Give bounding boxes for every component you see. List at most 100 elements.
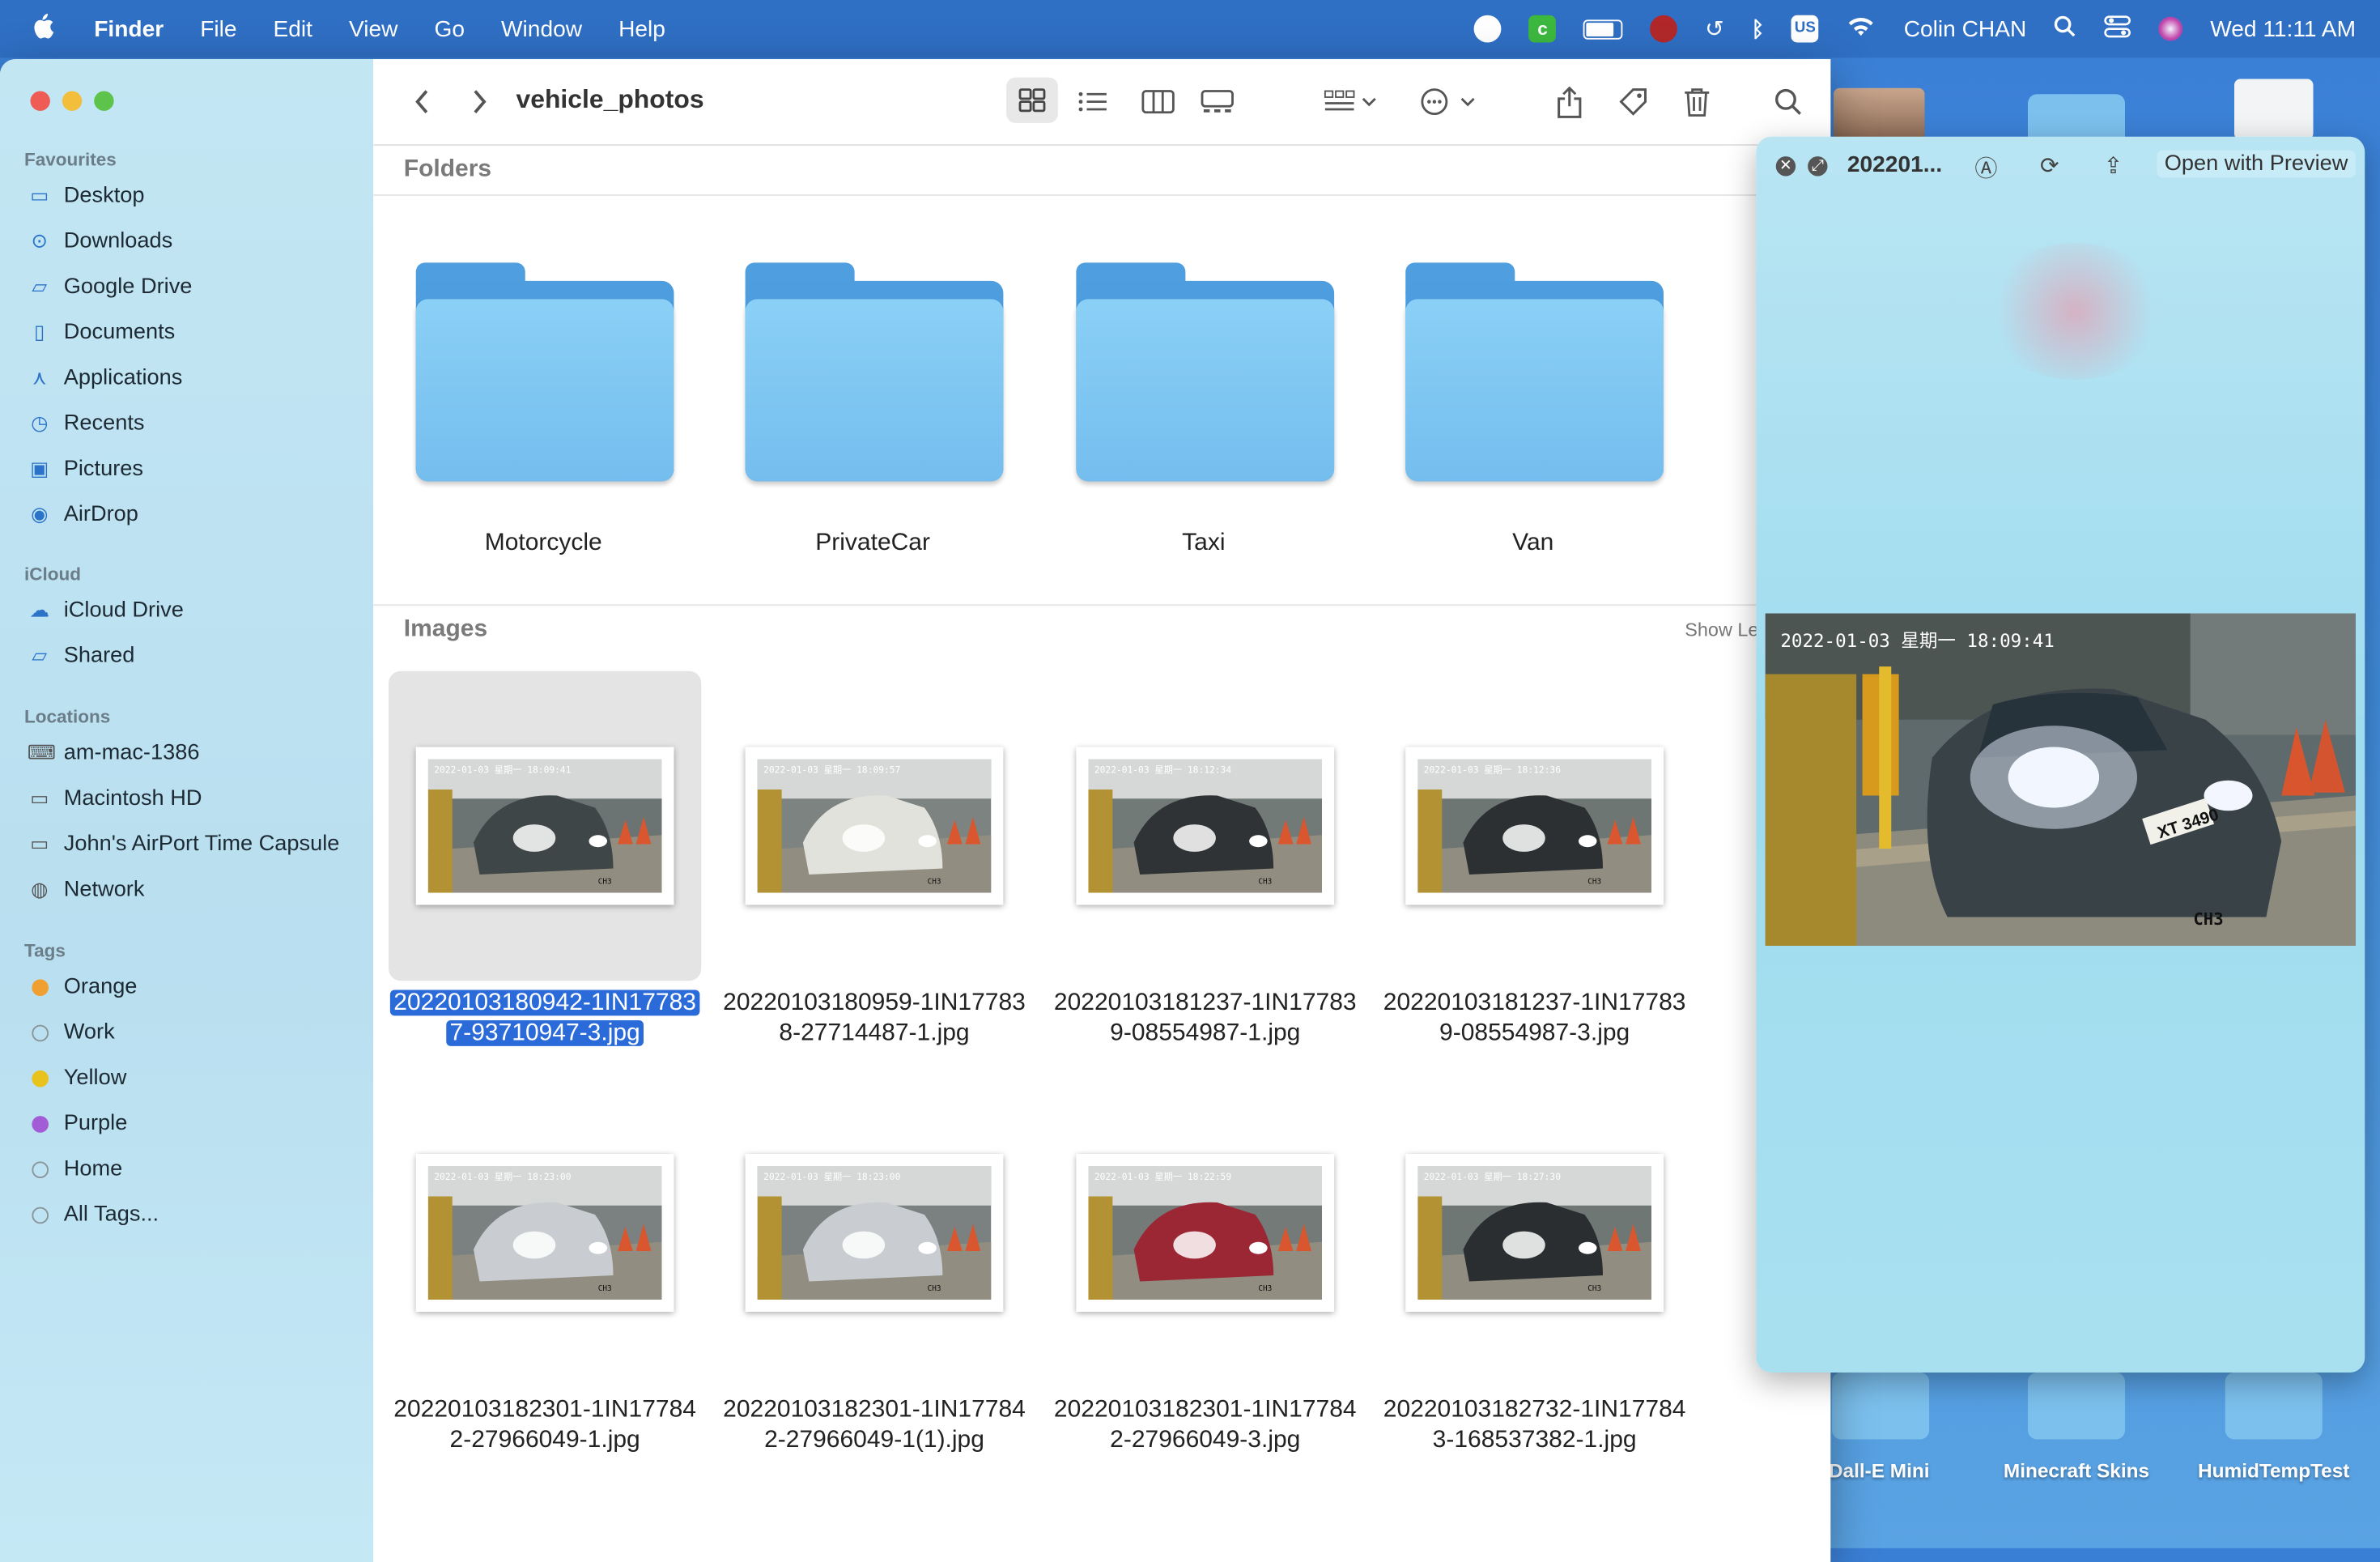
shield-status-icon[interactable] (1474, 15, 1502, 43)
thumbnail-photo: 2022-01-03 星期一 18:12:34 CH3 (1088, 759, 1323, 893)
folder-label[interactable]: Motorcycle (392, 530, 695, 557)
gallery-view-button[interactable] (1199, 83, 1235, 120)
image-thumbnail[interactable]: 2022-01-03 星期一 18:23:00 CH3 (415, 1154, 674, 1312)
markup-icon[interactable]: Ⓐ (1974, 152, 1997, 184)
image-filename[interactable]: 20220103181237-1IN17783 9-08554987-1.jpg (1039, 989, 1371, 1049)
image-filename[interactable]: 20220103182301-1IN17784 2-27966049-1.jpg (380, 1395, 711, 1456)
column-view-button[interactable] (1140, 83, 1176, 120)
trash-button[interactable] (1679, 83, 1715, 120)
sidebar-item-desktop[interactable]: ▭ Desktop (28, 179, 144, 212)
image-filename[interactable]: 20220103181237-1IN17783 9-08554987-3.jpg (1369, 989, 1700, 1049)
siri-icon[interactable] (2158, 16, 2183, 41)
sidebar-item-time-capsule[interactable]: ▭ John's AirPort Time Capsule (28, 828, 339, 861)
menu-edit[interactable]: Edit (274, 16, 312, 42)
menu-window[interactable]: Window (501, 16, 582, 42)
forward-button[interactable] (465, 83, 495, 120)
sidebar-item-macintosh-hd[interactable]: ▭ Macintosh HD (28, 782, 202, 815)
image-filename[interactable]: 20220103182301-1IN17784 2-27966049-3.jpg (1039, 1395, 1371, 1456)
menu-file[interactable]: File (200, 16, 236, 42)
sidebar-item-icloud-drive[interactable]: ☁ iCloud Drive (28, 594, 184, 627)
red-app-icon[interactable] (1650, 15, 1678, 43)
tag-button[interactable] (1615, 83, 1651, 120)
image-thumbnail[interactable]: 2022-01-03 星期一 18:27:30 CH3 (1405, 1154, 1664, 1312)
sidebar-item-pictures[interactable]: ▣ Pictures (28, 453, 143, 486)
image-thumbnail[interactable]: 2022-01-03 星期一 18:12:36 CH3 (1405, 747, 1664, 905)
list-view-button[interactable] (1075, 83, 1111, 120)
sidebar-item-recents[interactable]: ◷ Recents (28, 407, 144, 441)
apple-menu-icon[interactable] (31, 12, 58, 45)
sidebar-item-label: am-mac-1386 (63, 741, 200, 765)
zoom-window-button[interactable] (94, 91, 114, 111)
show-less-button[interactable]: Show Le (1685, 619, 1758, 641)
menu-help[interactable]: Help (618, 16, 665, 42)
fullscreen-icon[interactable]: ⤢ (1808, 156, 1828, 177)
share-icon[interactable]: ⇪ (2104, 152, 2123, 179)
folder-label[interactable]: PrivateCar (721, 530, 1025, 557)
menu-bar: Finder File Edit View Go Window Help c ↺… (0, 0, 2380, 58)
wifi-icon[interactable] (1846, 15, 1876, 44)
image-filename[interactable]: 20220103180942-1IN17783 7-93710947-3.jpg (380, 989, 711, 1049)
desktop-folder-humidtemptest[interactable] (2225, 1373, 2323, 1440)
desktop-label-humidtemptest[interactable]: HumidTempTest (2182, 1459, 2365, 1482)
search-button[interactable] (1770, 83, 1806, 120)
image-thumbnail[interactable]: 2022-01-03 星期一 18:09:41 CH3 (415, 747, 674, 905)
app-c-icon[interactable]: c (1528, 15, 1557, 43)
sidebar-item-documents[interactable]: ▯ Documents (28, 316, 175, 349)
minimize-window-button[interactable] (62, 91, 83, 111)
input-source-icon[interactable]: US (1791, 15, 1819, 43)
folder-privatecar[interactable] (745, 262, 1004, 483)
image-thumbnail[interactable]: 2022-01-03 星期一 18:09:57 CH3 (745, 747, 1004, 905)
sidebar-item-am-mac[interactable]: ⌨ am-mac-1386 (28, 736, 200, 769)
desktop-label-minecraft-skins[interactable]: Minecraft Skins (1986, 1459, 2168, 1482)
sidebar-item-airdrop[interactable]: ◉ AirDrop (28, 498, 138, 531)
icon-view-button[interactable] (1006, 77, 1058, 123)
screen: Finder File Edit View Go Window Help c ↺… (0, 0, 2380, 1562)
open-with-preview-button[interactable]: Open with Preview (2157, 150, 2356, 178)
battery-icon[interactable] (1583, 19, 1623, 39)
document-icon: ▯ (34, 320, 45, 343)
sidebar-tag-orange[interactable]: Orange (28, 970, 137, 1003)
clock[interactable]: Wed 11:11 AM (2210, 16, 2356, 42)
folder-motorcycle[interactable] (415, 262, 674, 483)
back-button[interactable] (407, 83, 438, 120)
spotlight-search-icon[interactable] (2054, 15, 2076, 44)
folder-label[interactable]: Van (1381, 530, 1685, 557)
image-filename[interactable]: 20220103182301-1IN17784 2-27966049-1(1).j… (709, 1395, 1040, 1456)
image-filename[interactable]: 20220103182732-1IN17784 3-168537382-1.jpg (1369, 1395, 1700, 1456)
sidebar-tag-purple[interactable]: Purple (28, 1107, 127, 1140)
filename-line-1: 20220103180942-1IN17783 (390, 990, 699, 1016)
menu-go[interactable]: Go (434, 16, 465, 42)
bluetooth-icon[interactable]: ᛒ (1751, 17, 1764, 41)
user-name[interactable]: Colin CHAN (1904, 16, 2027, 42)
share-button[interactable] (1551, 83, 1587, 120)
menu-view[interactable]: View (349, 16, 397, 42)
action-menu-button[interactable] (1415, 83, 1482, 120)
menu-finder[interactable]: Finder (94, 16, 164, 42)
sidebar-all-tags[interactable]: All Tags... (28, 1198, 159, 1231)
control-center-icon[interactable] (2104, 15, 2131, 44)
time-machine-icon[interactable]: ↺ (1705, 15, 1724, 43)
folder-label[interactable]: Taxi (1052, 530, 1355, 557)
sidebar-item-applications[interactable]: ⋏ Applications (28, 361, 183, 394)
close-icon[interactable]: ✕ (1775, 156, 1796, 177)
close-window-button[interactable] (30, 91, 50, 111)
image-thumbnail[interactable]: 2022-01-03 星期一 18:12:34 CH3 (1076, 747, 1335, 905)
desktop-folder-dall-e-mini[interactable] (1832, 1373, 1930, 1440)
desktop-contact-avatar[interactable] (1834, 87, 1925, 140)
sidebar-tag-home[interactable]: Home (28, 1152, 122, 1185)
sidebar-item-google-drive[interactable]: ▱ Google Drive (28, 270, 192, 304)
image-filename[interactable]: 20220103180959-1IN17783 8-27714487-1.jpg (709, 989, 1040, 1049)
sidebar-tag-yellow[interactable]: Yellow (28, 1062, 126, 1095)
folder-taxi[interactable] (1076, 262, 1335, 483)
image-thumbnail[interactable]: 2022-01-03 星期一 18:22:59 CH3 (1076, 1154, 1335, 1312)
sidebar-item-network[interactable]: ◍ Network (28, 873, 144, 906)
desktop-folder-minecraft-skins[interactable] (2028, 1373, 2125, 1440)
sidebar-tag-work[interactable]: Work (28, 1015, 115, 1049)
sidebar-item-shared[interactable]: ▱ Shared (28, 639, 134, 672)
desktop-file-top[interactable] (2234, 79, 2314, 140)
rotate-icon[interactable]: ⟳ (2040, 152, 2059, 179)
sidebar-item-downloads[interactable]: ⊙ Downloads (28, 225, 173, 258)
folder-van[interactable] (1405, 262, 1664, 483)
group-by-button[interactable] (1318, 83, 1385, 120)
image-thumbnail[interactable]: 2022-01-03 星期一 18:23:00 CH3 (745, 1154, 1004, 1312)
